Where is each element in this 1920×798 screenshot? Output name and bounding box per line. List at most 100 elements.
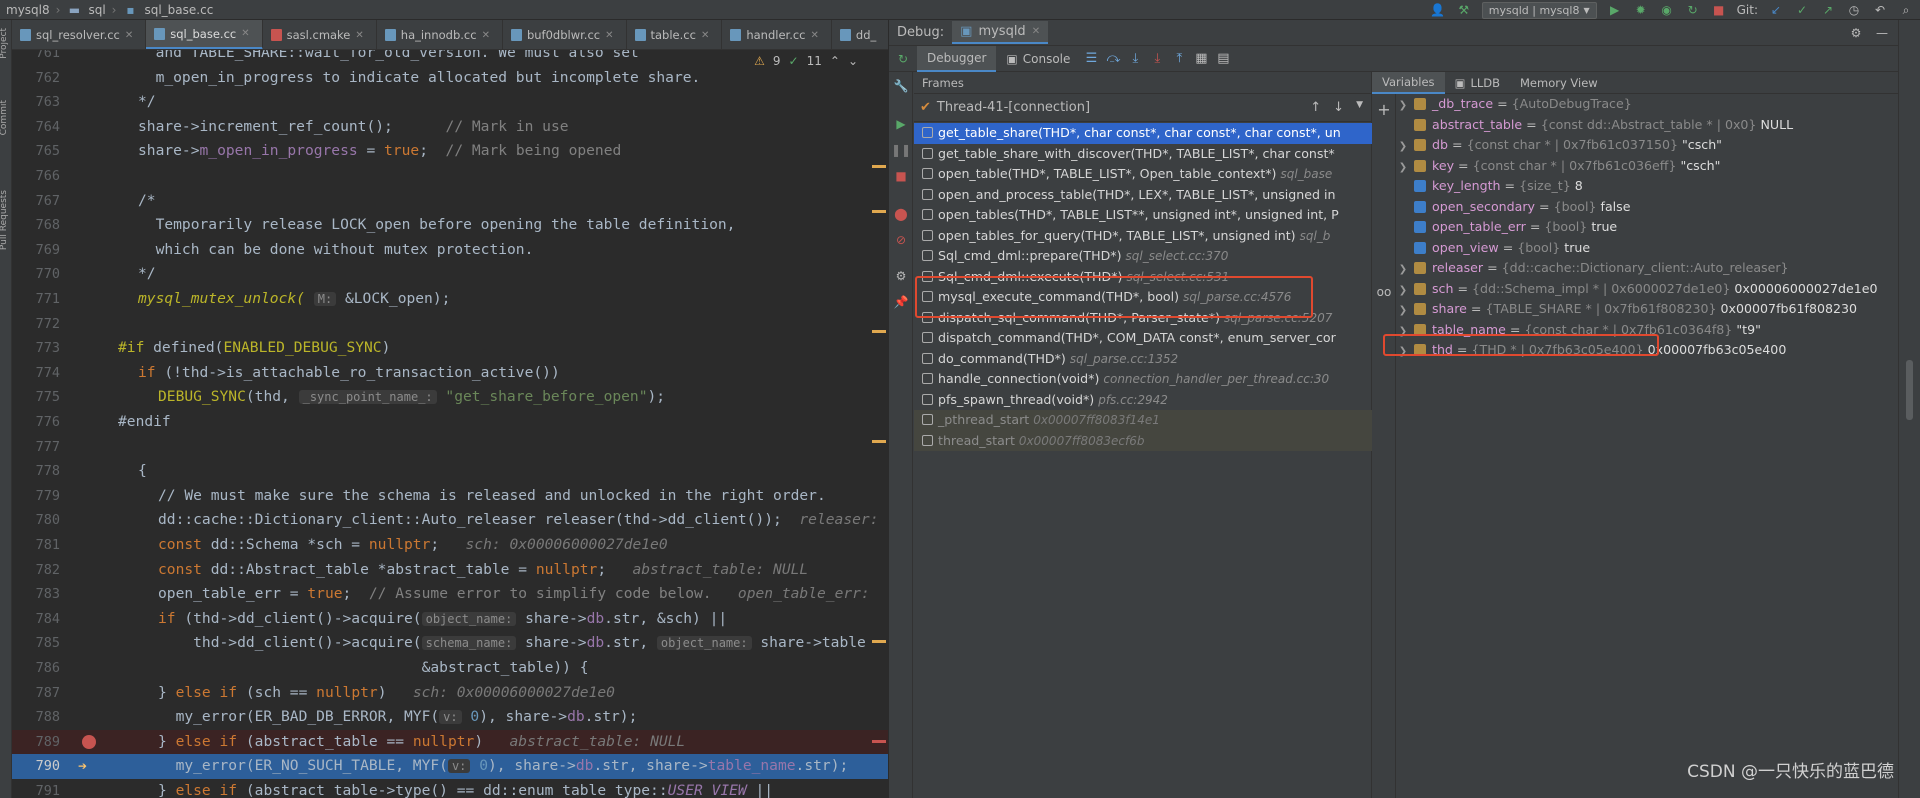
evaluate-icon[interactable]: ▦ xyxy=(1190,51,1212,66)
pull-requests-tool-button[interactable]: Pull Requests xyxy=(0,190,9,250)
tab-buf0dblwr[interactable]: buf0dblwr.cc ✕ xyxy=(503,20,627,49)
gear-icon[interactable]: ⚙ xyxy=(1848,25,1864,41)
attach-icon[interactable]: ↻ xyxy=(1685,2,1701,18)
variable-row[interactable]: ❯ share = {TABLE_SHARE * | 0x7fb61f808230… xyxy=(1396,299,1896,320)
search-icon[interactable]: ⌕ xyxy=(1898,2,1914,18)
frame-row[interactable]: do_command(THD*) sql_parse.cc:1352 xyxy=(914,349,1372,370)
breadcrumb-folder[interactable]: sql xyxy=(88,3,105,17)
close-icon[interactable]: ✕ xyxy=(125,30,133,41)
git-update-icon[interactable]: ↙ xyxy=(1768,2,1784,18)
scrollbar-thumb[interactable] xyxy=(1906,360,1913,420)
close-icon[interactable]: ✕ xyxy=(482,30,490,41)
frame-row[interactable]: open_tables_for_query(THD*, TABLE_LIST*,… xyxy=(914,226,1372,247)
expand-arrow-icon[interactable]: ❯ xyxy=(1396,158,1410,177)
project-tool-button[interactable]: Project xyxy=(0,28,9,59)
step-over-icon[interactable]: ⤼ xyxy=(1102,51,1124,66)
force-step-into-icon[interactable]: ⤓ xyxy=(1146,51,1168,66)
frame-row[interactable]: pfs_spawn_thread(void*) pfs.cc:2942 xyxy=(914,390,1372,411)
tab-variables[interactable]: Variables xyxy=(1372,71,1445,94)
arrow-up-icon[interactable]: ↑ xyxy=(1310,100,1321,115)
close-icon[interactable]: ✕ xyxy=(701,30,709,41)
frame-row[interactable]: open_tables(THD*, TABLE_LIST**, unsigned… xyxy=(914,205,1372,226)
git-push-icon[interactable]: ↗ xyxy=(1820,2,1836,18)
git-commit-icon[interactable]: ✓ xyxy=(1794,2,1810,18)
build-hammer-icon[interactable]: ⚒ xyxy=(1456,2,1472,18)
frame-row[interactable]: thread_start 0x00007ff8083ecf6b xyxy=(914,430,1372,451)
close-icon[interactable]: ✕ xyxy=(605,30,613,41)
frame-row[interactable]: get_table_share_with_discover(THD*, TABL… xyxy=(914,144,1372,165)
view-breakpoints-icon[interactable]: ⬤ xyxy=(893,206,909,222)
variable-row[interactable]: ❯ releaser = {dd::cache::Dictionary_clien… xyxy=(1396,258,1896,279)
frame-row[interactable]: open_table(THD*, TABLE_LIST*, Open_table… xyxy=(914,164,1372,185)
tab-dd[interactable]: dd_ xyxy=(832,20,888,49)
tab-table[interactable]: table.cc ✕ xyxy=(627,20,723,49)
variable-row[interactable]: open_secondary = {bool} false xyxy=(1396,197,1896,218)
close-icon[interactable]: ✕ xyxy=(1032,26,1040,37)
frame-row[interactable]: dispatch_command(THD*, COM_DATA const*, … xyxy=(914,328,1372,349)
frame-row[interactable]: open_and_process_table(THD*, LEX*, TABLE… xyxy=(914,185,1372,206)
rollback-icon[interactable]: ↶ xyxy=(1872,2,1888,18)
minimize-icon[interactable]: — xyxy=(1874,25,1890,41)
wrench-icon[interactable]: 🔧 xyxy=(893,78,909,94)
breadcrumb-file[interactable]: sql_base.cc xyxy=(144,3,213,17)
thread-selector[interactable]: ✔ Thread-41-[connection] ↑ ↓ ▼ xyxy=(914,94,1371,122)
frame-row[interactable]: get_table_share(THD*, char const*, char … xyxy=(914,123,1372,144)
debug-icon[interactable]: ✹ xyxy=(1633,2,1649,18)
breakpoint-icon[interactable] xyxy=(82,734,96,749)
glasses-icon[interactable]: oo xyxy=(1376,284,1392,300)
stop-icon[interactable]: ■ xyxy=(893,168,909,184)
tab-console[interactable]: ▣ Console xyxy=(996,46,1080,72)
variable-row[interactable]: key_length = {size_t} 8 xyxy=(1396,176,1896,197)
close-icon[interactable]: ✕ xyxy=(355,30,363,41)
tab-lldb[interactable]: ▣ LLDB xyxy=(1445,72,1510,94)
rerun-icon[interactable]: ↻ xyxy=(895,51,911,67)
frame-row[interactable]: Sql_cmd_dml::prepare(THD*) sql_select.cc… xyxy=(914,246,1372,267)
right-scrollbar[interactable] xyxy=(1898,20,1920,798)
menu-icon[interactable]: ☰ xyxy=(1080,51,1102,66)
layout-icon[interactable]: ▤ xyxy=(1212,51,1234,66)
expand-arrow-icon[interactable]: ❯ xyxy=(1396,96,1410,115)
gear-icon[interactable]: ⚙ xyxy=(893,268,909,284)
code-editor[interactable]: ⚠ 9 ✓ 11 ⌃ ⌄ 761 and TABLE_SHARE::wait_for… xyxy=(12,50,888,798)
pin-icon[interactable]: 📌 xyxy=(893,294,909,310)
history-icon[interactable]: ◷ xyxy=(1846,2,1862,18)
arrow-down-icon[interactable]: ↓ xyxy=(1333,100,1344,115)
step-into-icon[interactable]: ⤓ xyxy=(1124,51,1146,66)
resume-icon[interactable]: ▶ xyxy=(893,116,909,132)
mute-breakpoints-icon[interactable]: ⊘ xyxy=(893,232,909,248)
step-out-icon[interactable]: ⤒ xyxy=(1168,51,1190,66)
user-icon[interactable]: 👤 xyxy=(1430,2,1446,18)
close-icon[interactable]: ✕ xyxy=(811,30,819,41)
tab-sql-resolver[interactable]: sql_resolver.cc ✕ xyxy=(12,20,147,49)
tab-handler[interactable]: handler.cc ✕ xyxy=(722,20,832,49)
variable-row[interactable]: open_table_err = {bool} true xyxy=(1396,217,1896,238)
profile-icon[interactable]: ◉ xyxy=(1659,2,1675,18)
breadcrumb-project[interactable]: mysql8 xyxy=(6,3,50,17)
chevron-down-icon[interactable]: ▼ xyxy=(1356,100,1363,115)
variable-row[interactable]: ❯ db = {const char * | 0x7fb61c037150} "c… xyxy=(1396,135,1896,156)
run-icon[interactable]: ▶ xyxy=(1607,2,1623,18)
frame-row[interactable]: handle_connection(void*) connection_hand… xyxy=(914,369,1372,390)
frame-row[interactable]: _pthread_start 0x00007ff8083f14e1 xyxy=(914,410,1372,431)
tab-ha-innodb[interactable]: ha_innodb.cc ✕ xyxy=(377,20,503,49)
stop-icon[interactable]: ■ xyxy=(1711,2,1727,18)
tab-debugger[interactable]: Debugger xyxy=(917,45,997,72)
commit-tool-button[interactable]: Commit xyxy=(0,100,9,135)
expand-arrow-icon[interactable]: ❯ xyxy=(1396,301,1410,320)
expand-arrow-icon[interactable]: ❯ xyxy=(1396,137,1410,156)
tab-sasl-cmake[interactable]: sasl.cmake ✕ xyxy=(263,20,377,49)
variable-row[interactable]: ❯ sch = {dd::Schema_impl * | 0x6000027de1… xyxy=(1396,279,1896,300)
close-icon[interactable]: ✕ xyxy=(241,28,249,39)
variable-row[interactable]: open_view = {bool} true xyxy=(1396,238,1896,259)
expand-arrow-icon[interactable]: ❯ xyxy=(1396,260,1410,279)
add-watch-icon[interactable]: + xyxy=(1376,102,1392,118)
variable-row[interactable]: ❯ _db_trace = {AutoDebugTrace} xyxy=(1396,94,1896,115)
run-config-select[interactable]: mysqld | mysql8 ▼ xyxy=(1481,1,1597,19)
expand-arrow-icon[interactable]: ❯ xyxy=(1396,281,1410,300)
tab-memory-view[interactable]: Memory View xyxy=(1510,72,1608,94)
tab-sql-base[interactable]: sql_base.cc ✕ xyxy=(146,20,263,49)
pause-icon[interactable]: ❚❚ xyxy=(891,142,911,158)
variable-row[interactable]: ❯ key = {const char * | 0x7fb61c036eff} "… xyxy=(1396,156,1896,177)
variable-row[interactable]: abstract_table = {const dd::Abstract_tab… xyxy=(1396,115,1896,136)
debug-session-tab[interactable]: ▣ mysqld ✕ xyxy=(952,21,1049,44)
